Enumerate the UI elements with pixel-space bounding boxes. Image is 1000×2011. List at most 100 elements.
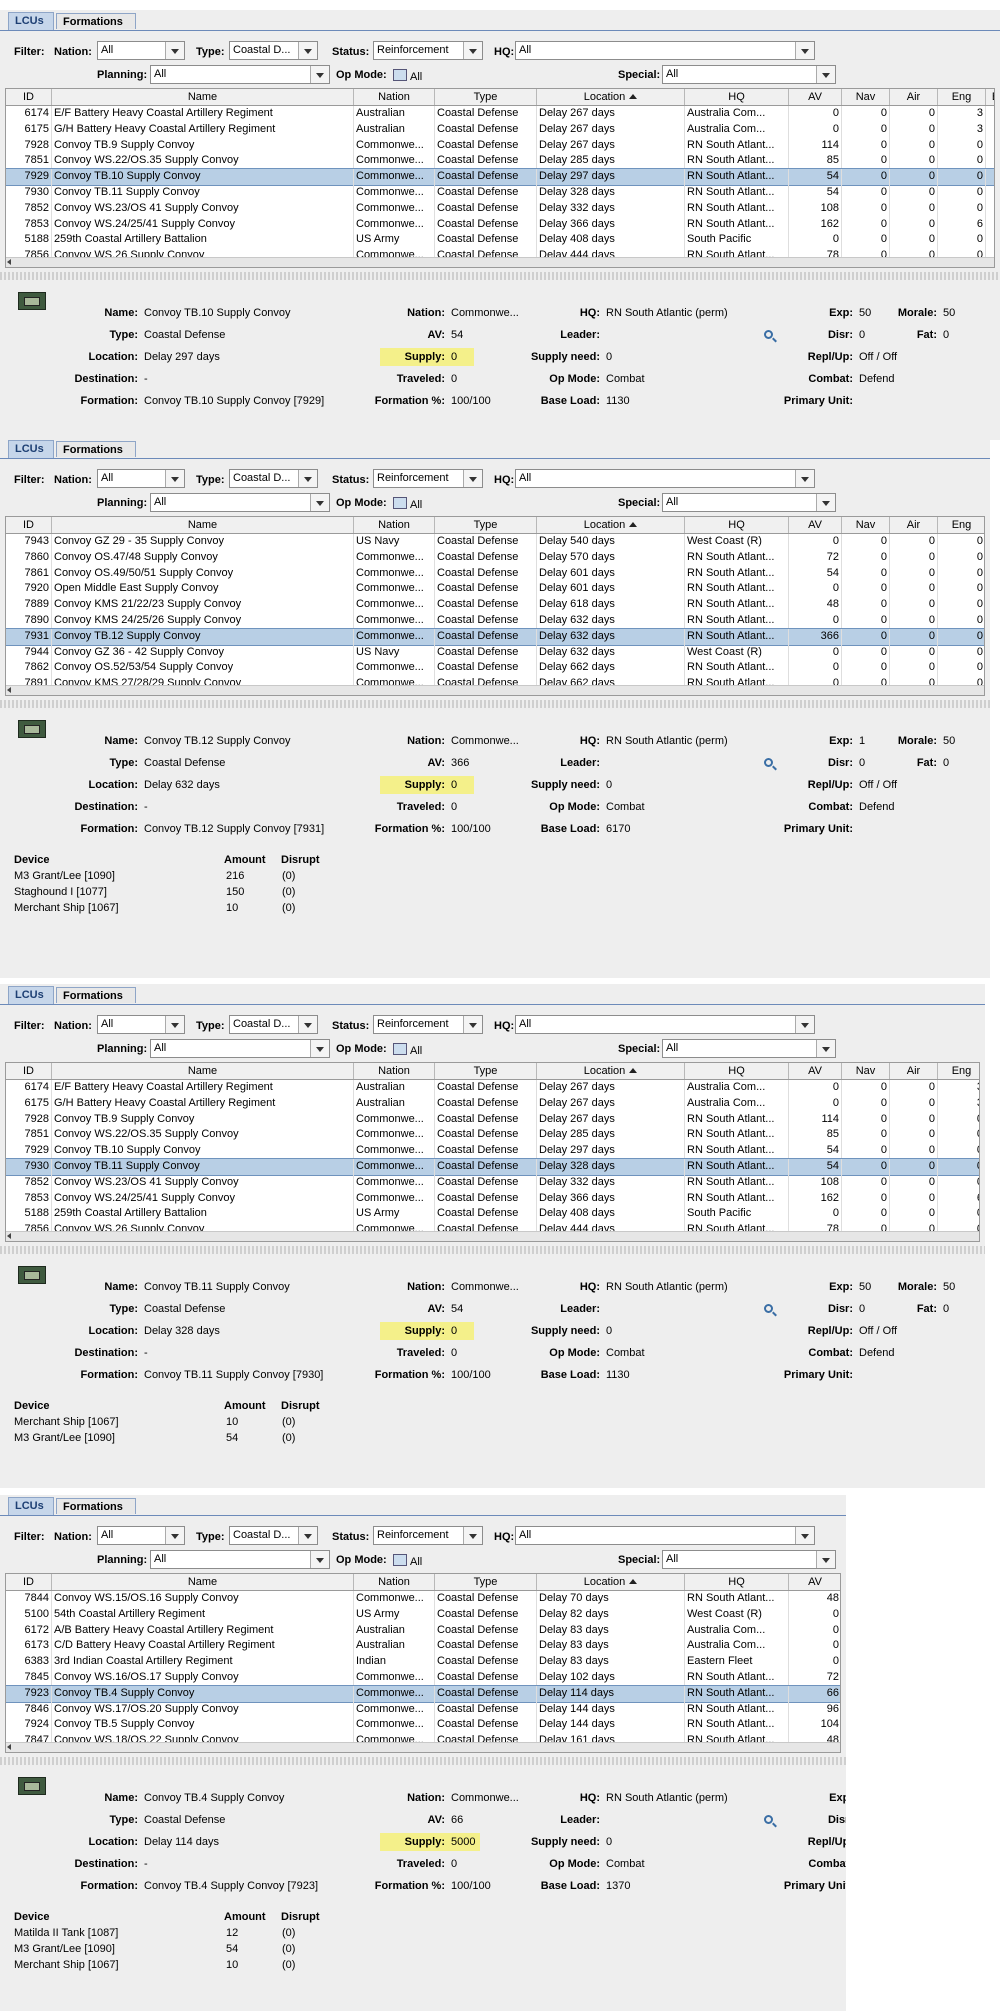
column-header-av[interactable]: AV — [789, 1063, 842, 1079]
horizontal-scrollbar[interactable] — [6, 685, 984, 695]
search-leader-icon[interactable] — [764, 1815, 773, 1824]
table-row[interactable]: 7930 Convoy TB.11 Supply Convoy Commonwe..… — [6, 1158, 979, 1176]
chevron-down-icon[interactable] — [298, 1527, 317, 1544]
table-row[interactable]: 6172 A/B Battery Heavy Coastal Artillery … — [6, 1622, 840, 1639]
status-select[interactable]: Reinforcement — [373, 469, 483, 488]
column-header-eng[interactable]: Eng — [938, 1063, 979, 1079]
lcu-table[interactable]: ID Name Nation Type Location HQ AV 7844 Convoy W… — [5, 1573, 841, 1753]
scroll-left-icon[interactable] — [7, 1744, 11, 1750]
lcu-table[interactable]: ID Name Nation Type Location HQ AV Nav Air Eng 617… — [5, 1062, 980, 1242]
column-header-nation[interactable]: Nation — [354, 1574, 435, 1590]
planning-select[interactable]: All — [150, 493, 330, 512]
chevron-down-icon[interactable] — [795, 1527, 814, 1544]
chevron-down-icon[interactable] — [816, 494, 835, 511]
opmode-value[interactable]: All — [393, 1043, 422, 1057]
column-header-air[interactable]: Air — [890, 1063, 938, 1079]
scroll-left-icon[interactable] — [7, 259, 11, 265]
column-header-type[interactable]: Type — [435, 1063, 537, 1079]
table-row[interactable]: 7920 Open Middle East Supply Convoy Common… — [6, 581, 984, 598]
table-row[interactable]: 7944 Convoy GZ 36 - 42 Supply Convoy US Na… — [6, 644, 984, 661]
table-row[interactable]: 6173 C/D Battery Heavy Coastal Artillery … — [6, 1638, 840, 1655]
chevron-down-icon[interactable] — [165, 42, 184, 59]
table-row[interactable]: 7889 Convoy KMS 21/22/23 Supply Convoy Com… — [6, 597, 984, 614]
table-row[interactable]: 6174 E/F Battery Heavy Coastal Artillery … — [6, 106, 994, 122]
chevron-down-icon[interactable] — [463, 42, 482, 59]
column-header-type[interactable]: Type — [435, 517, 537, 533]
chevron-down-icon[interactable] — [816, 1040, 835, 1057]
status-select[interactable]: Reinforcement — [373, 1015, 483, 1034]
hq-select[interactable]: All — [515, 1015, 815, 1034]
column-header-id[interactable]: ID — [6, 517, 52, 533]
search-leader-icon[interactable] — [764, 758, 773, 767]
chevron-down-icon[interactable] — [165, 470, 184, 487]
table-row[interactable]: 7928 Convoy TB.9 Supply Convoy Commonwe...… — [6, 1111, 979, 1128]
tab-formations[interactable]: Formations — [56, 441, 136, 457]
column-header-type[interactable]: Type — [435, 89, 537, 105]
chevron-down-icon[interactable] — [463, 1016, 482, 1033]
table-row[interactable]: 7890 Convoy KMS 24/25/26 Supply Convoy Com… — [6, 613, 984, 629]
table-row[interactable]: 7929 Convoy TB.10 Supply Convoy Commonwe..… — [6, 1143, 979, 1160]
column-header-location[interactable]: Location — [537, 1574, 685, 1590]
type-select[interactable]: Coastal D... — [229, 41, 318, 60]
table-row[interactable]: 7853 Convoy WS.24/25/41 Supply Convoy Comm… — [6, 216, 994, 233]
table-row[interactable]: 7851 Convoy WS.22/OS.35 Supply Convoy Comm… — [6, 153, 994, 170]
chevron-down-icon[interactable] — [795, 1016, 814, 1033]
column-header-air[interactable]: Air — [890, 517, 938, 533]
table-row[interactable]: 7852 Convoy WS.23/OS 41 Supply Convoy Comm… — [6, 200, 994, 217]
column-header-name[interactable]: Name — [52, 89, 354, 105]
chevron-down-icon[interactable] — [463, 470, 482, 487]
table-row[interactable]: 7862 Convoy OS.52/53/54 Supply Convoy Comm… — [6, 660, 984, 677]
column-header-location[interactable]: Location — [537, 89, 685, 105]
column-header-location[interactable]: Location — [537, 517, 685, 533]
column-header-id[interactable]: ID — [6, 1063, 52, 1079]
table-row[interactable]: 5188 259th Coastal Artillery Battalion US … — [6, 232, 994, 249]
horizontal-scrollbar[interactable] — [6, 1742, 840, 1752]
column-header-location[interactable]: Location — [537, 1063, 685, 1079]
table-row[interactable]: 7852 Convoy WS.23/OS 41 Supply Convoy Comm… — [6, 1174, 979, 1191]
column-header-nation[interactable]: Nation — [354, 517, 435, 533]
column-header-name[interactable]: Name — [52, 1063, 354, 1079]
nation-select[interactable]: All — [97, 41, 185, 60]
scroll-left-icon[interactable] — [7, 687, 11, 693]
column-header-name[interactable]: Name — [52, 517, 354, 533]
chevron-down-icon[interactable] — [298, 42, 317, 59]
column-header-b[interactable]: B — [986, 89, 994, 105]
tab-lcus[interactable]: LCUs — [8, 1497, 54, 1515]
tab-lcus[interactable]: LCUs — [8, 986, 54, 1004]
splitter-handle[interactable] — [0, 272, 1000, 280]
type-select[interactable]: Coastal D... — [229, 469, 318, 488]
chevron-down-icon[interactable] — [816, 66, 835, 83]
table-row[interactable]: 7851 Convoy WS.22/OS.35 Supply Convoy Comm… — [6, 1127, 979, 1144]
tab-formations[interactable]: Formations — [56, 987, 136, 1003]
chevron-down-icon[interactable] — [310, 66, 329, 83]
table-row[interactable]: 6383 3rd Indian Coastal Artillery Regimen… — [6, 1654, 840, 1671]
special-select[interactable]: All — [662, 493, 836, 512]
splitter-handle[interactable] — [0, 1246, 985, 1254]
column-header-av[interactable]: AV — [789, 517, 842, 533]
column-header-id[interactable]: ID — [6, 89, 52, 105]
opmode-value[interactable]: All — [393, 69, 422, 83]
table-row[interactable]: 5188 259th Coastal Artillery Battalion US … — [6, 1206, 979, 1223]
chevron-down-icon[interactable] — [165, 1016, 184, 1033]
nation-select[interactable]: All — [97, 469, 185, 488]
table-row[interactable]: 7928 Convoy TB.9 Supply Convoy Commonwe...… — [6, 137, 994, 154]
column-header-id[interactable]: ID — [6, 1574, 52, 1590]
column-header-hq[interactable]: HQ — [685, 89, 789, 105]
hq-select[interactable]: All — [515, 41, 815, 60]
table-row[interactable]: 7943 Convoy GZ 29 - 35 Supply Convoy US Na… — [6, 534, 984, 550]
horizontal-scrollbar[interactable] — [6, 257, 994, 267]
search-leader-icon[interactable] — [764, 1304, 773, 1313]
table-row[interactable]: 7931 Convoy TB.12 Supply Convoy Commonwe..… — [6, 627, 984, 646]
planning-select[interactable]: All — [150, 1039, 330, 1058]
special-select[interactable]: All — [662, 1550, 836, 1569]
column-header-nation[interactable]: Nation — [354, 89, 435, 105]
nation-select[interactable]: All — [97, 1015, 185, 1034]
chevron-down-icon[interactable] — [298, 470, 317, 487]
column-header-nav[interactable]: Nav — [842, 1063, 890, 1079]
status-select[interactable]: Reinforcement — [373, 41, 483, 60]
chevron-down-icon[interactable] — [298, 1016, 317, 1033]
tab-lcus[interactable]: LCUs — [8, 12, 54, 30]
table-row[interactable]: 7930 Convoy TB.11 Supply Convoy Commonwe..… — [6, 185, 994, 201]
table-row[interactable]: 7845 Convoy WS.16/OS.17 Supply Convoy Comm… — [6, 1670, 840, 1686]
chevron-down-icon[interactable] — [795, 470, 814, 487]
